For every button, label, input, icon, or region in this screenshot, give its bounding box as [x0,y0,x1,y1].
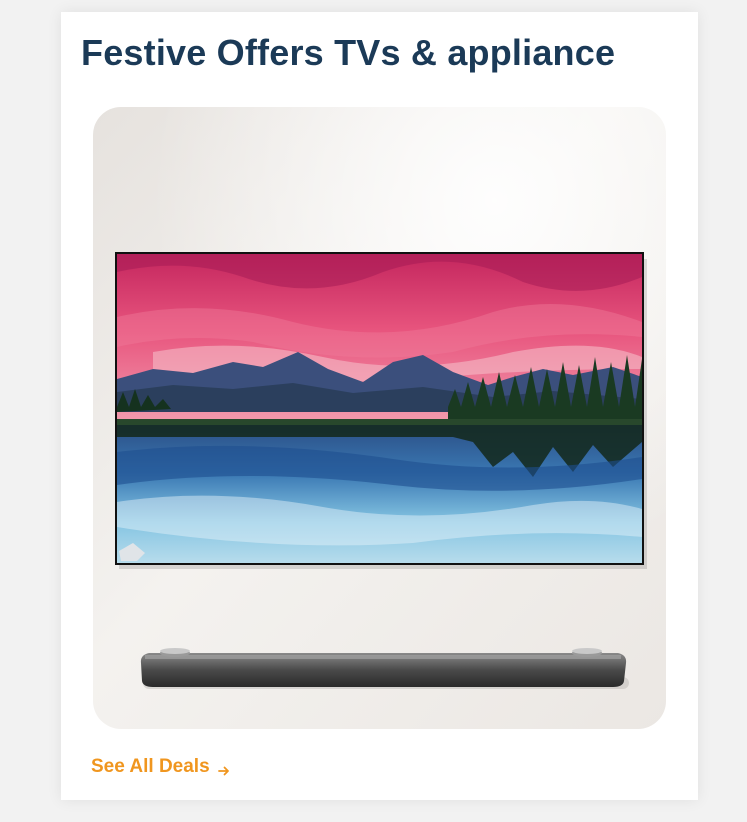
card-title: Festive Offers TVs & appliance [81,32,616,73]
deal-card: Festive Offers TVs & appliance See All D… [61,12,698,800]
arrow-right-icon [217,761,230,776]
see-all-deals-link[interactable]: See All Deals [91,756,230,778]
see-all-deals-label: See All Deals [91,756,210,777]
tv-product-image[interactable] [93,107,666,729]
